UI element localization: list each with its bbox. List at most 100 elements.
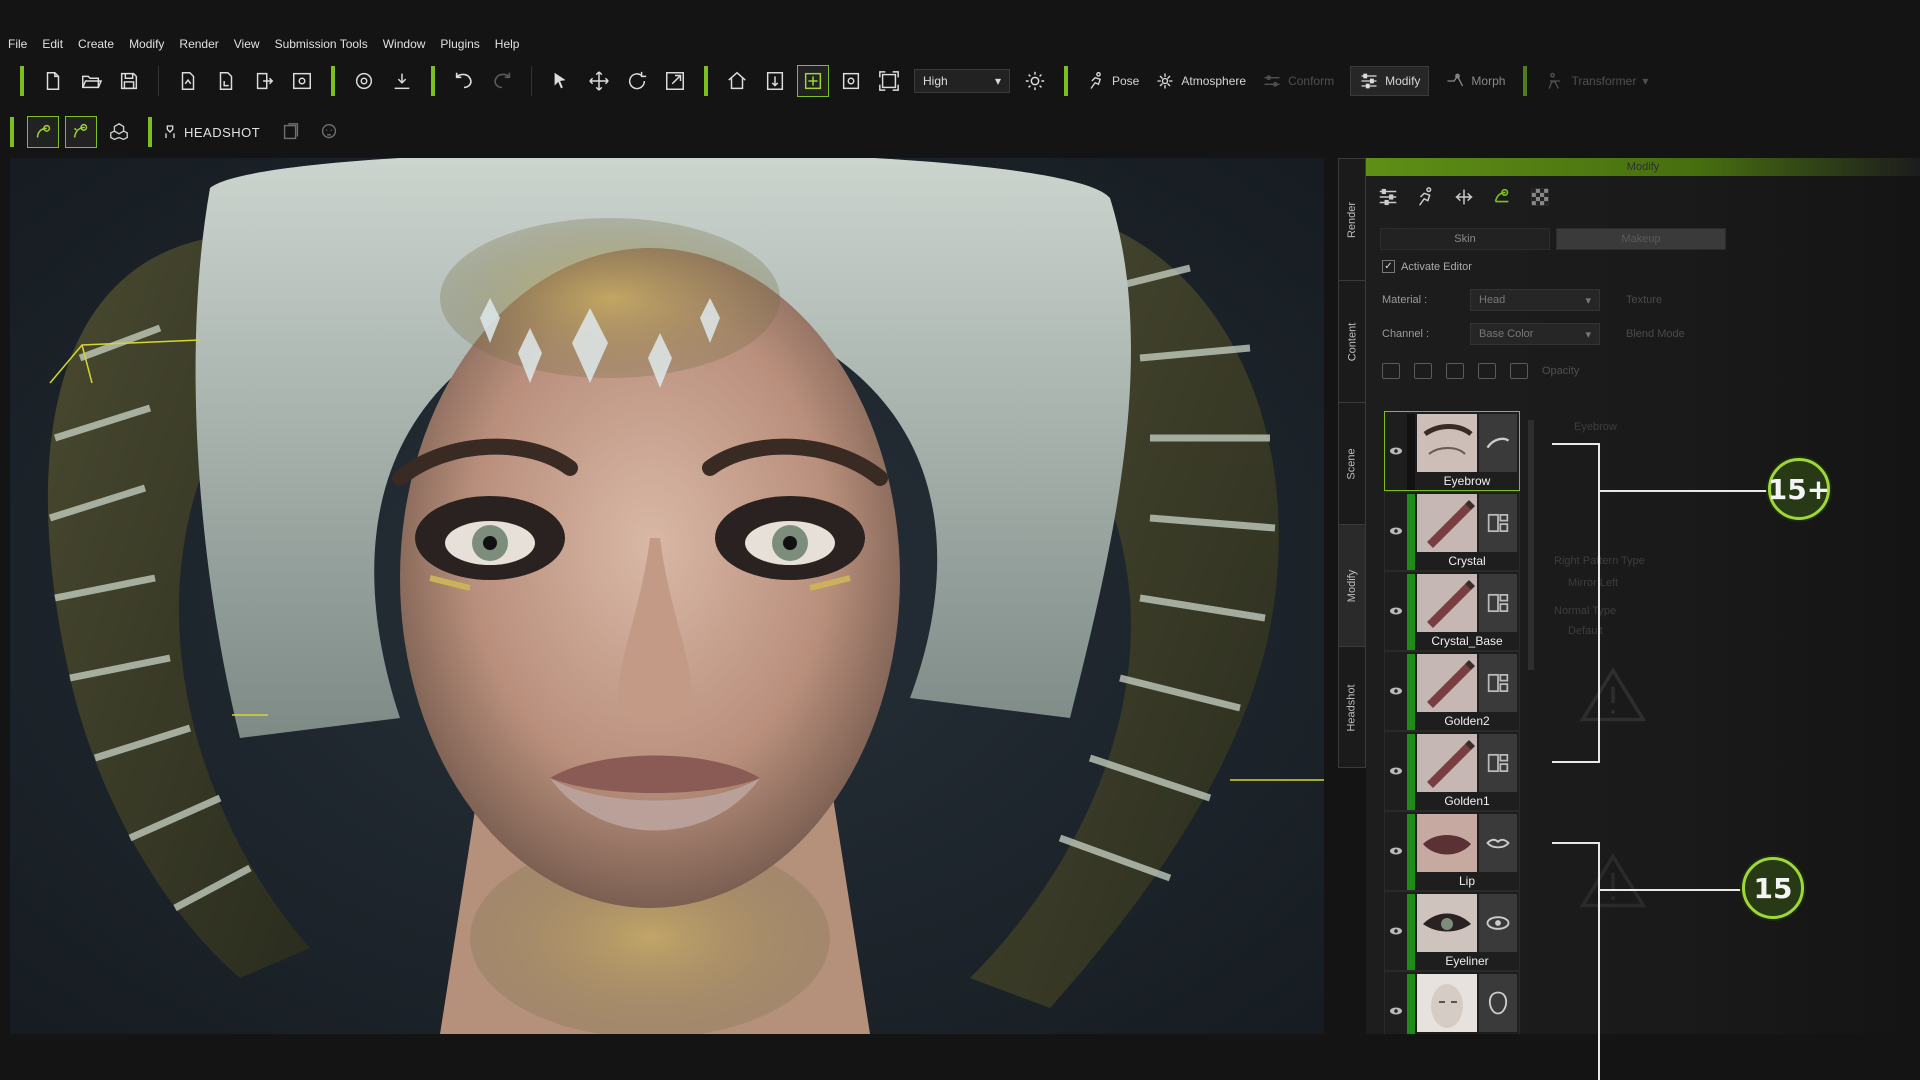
layer-thumbnail bbox=[1417, 414, 1477, 472]
layer-item[interactable]: Eyeliner bbox=[1384, 891, 1520, 971]
menu-create[interactable]: Create bbox=[78, 37, 114, 51]
delete-layer-icon[interactable] bbox=[1510, 363, 1528, 379]
visibility-eye-icon[interactable] bbox=[1389, 766, 1403, 776]
transformer-button[interactable]: Transformer ▾ bbox=[1545, 71, 1648, 91]
headshot-face-button[interactable] bbox=[314, 117, 344, 147]
pose-button[interactable]: Pose bbox=[1086, 71, 1139, 91]
tab-skin[interactable]: Skin bbox=[1380, 228, 1550, 250]
chevron-down-icon: ▾ bbox=[1585, 294, 1591, 307]
menu-view[interactable]: View bbox=[234, 37, 260, 51]
visibility-tool-icon[interactable] bbox=[1382, 363, 1400, 379]
rotate-tool-button[interactable] bbox=[622, 66, 652, 96]
layer-item[interactable]: Crystal bbox=[1384, 491, 1520, 571]
scale-tool-button[interactable] bbox=[660, 66, 690, 96]
layer-type bbox=[1479, 734, 1517, 792]
eyebrow-icon bbox=[1486, 437, 1510, 449]
tab-modify[interactable]: Modify bbox=[1339, 525, 1365, 647]
menu-plugins[interactable]: Plugins bbox=[440, 37, 479, 51]
tab-makeup[interactable]: Makeup bbox=[1556, 228, 1726, 250]
toolbar-separator bbox=[10, 117, 14, 147]
app-window: File Edit Create Modify Render View Subm… bbox=[0, 0, 1920, 1080]
motion-tab[interactable] bbox=[1412, 184, 1440, 210]
save-button[interactable] bbox=[114, 66, 144, 96]
activate-editor-label: Activate Editor bbox=[1401, 260, 1472, 273]
conform-label: Conform bbox=[1288, 74, 1335, 88]
transformer-icon bbox=[1548, 72, 1561, 89]
export-button[interactable] bbox=[249, 66, 279, 96]
new-file-button[interactable] bbox=[38, 66, 68, 96]
tab-headshot[interactable]: Headshot bbox=[1339, 647, 1365, 769]
view-mode-button[interactable] bbox=[874, 66, 904, 96]
move-tool-button[interactable] bbox=[584, 66, 614, 96]
drop-button[interactable] bbox=[387, 66, 417, 96]
transformer-label: Transformer bbox=[1571, 74, 1637, 88]
headshot-tab[interactable] bbox=[1488, 184, 1516, 210]
frame-selected-button[interactable] bbox=[797, 65, 829, 97]
layer-item[interactable]: Golden2 bbox=[1384, 651, 1520, 731]
menu-window[interactable]: Window bbox=[383, 37, 426, 51]
morph-tab[interactable] bbox=[1450, 184, 1478, 210]
activate-editor-checkbox[interactable]: ✓ bbox=[1382, 260, 1395, 273]
preview-button[interactable] bbox=[287, 66, 317, 96]
layer-item[interactable] bbox=[1384, 971, 1520, 1034]
undo-icon bbox=[455, 72, 472, 89]
menu-render[interactable]: Render bbox=[179, 37, 218, 51]
redo-button[interactable] bbox=[487, 66, 517, 96]
layer-thumbnail bbox=[1417, 974, 1477, 1032]
3d-viewport[interactable] bbox=[10, 158, 1324, 1034]
import-button[interactable] bbox=[173, 66, 203, 96]
material-tab[interactable] bbox=[1526, 184, 1554, 210]
layer-item[interactable]: Crystal_Base bbox=[1384, 571, 1520, 651]
undo-button[interactable] bbox=[449, 66, 479, 96]
visibility-eye-icon[interactable] bbox=[1389, 1006, 1403, 1016]
conform-button[interactable]: Conform bbox=[1262, 71, 1334, 91]
material-select[interactable]: Head ▾ bbox=[1470, 289, 1600, 311]
visibility-eye-icon[interactable] bbox=[1389, 926, 1403, 936]
new-layer-icon[interactable] bbox=[1414, 363, 1432, 379]
menu-submission-tools[interactable]: Submission Tools bbox=[275, 37, 368, 51]
tab-scene[interactable]: Scene bbox=[1339, 403, 1365, 525]
zoom-extents-button[interactable] bbox=[836, 66, 866, 96]
attributes-tab[interactable] bbox=[1374, 184, 1402, 210]
headshot-generate-button[interactable] bbox=[27, 116, 59, 148]
light-button[interactable] bbox=[1020, 66, 1050, 96]
fit-vertical-button[interactable] bbox=[760, 66, 790, 96]
sliders-icon bbox=[1379, 188, 1397, 206]
duplicate-layer-icon[interactable] bbox=[1446, 363, 1464, 379]
channel-select[interactable]: Base Color ▾ bbox=[1470, 323, 1600, 345]
atmosphere-button[interactable]: Atmosphere bbox=[1155, 71, 1246, 91]
menu-file[interactable]: File bbox=[8, 37, 27, 51]
tab-content[interactable]: Content bbox=[1339, 281, 1365, 403]
visibility-eye-icon[interactable] bbox=[1389, 526, 1403, 536]
layer-list-scrollbar[interactable] bbox=[1528, 420, 1534, 670]
open-file-button[interactable] bbox=[76, 66, 106, 96]
layer-item[interactable]: Lip bbox=[1384, 811, 1520, 891]
layer-name: Crystal_Base bbox=[1431, 634, 1503, 648]
menu-modify[interactable]: Modify bbox=[129, 37, 164, 51]
view-mode-icon bbox=[879, 71, 899, 91]
visibility-eye-icon[interactable] bbox=[1389, 606, 1403, 616]
merge-button[interactable] bbox=[211, 66, 241, 96]
menu-edit[interactable]: Edit bbox=[42, 37, 63, 51]
headshot-plugin-label[interactable]: HEADSHOT bbox=[162, 124, 260, 140]
zoom-extents-icon bbox=[842, 72, 860, 90]
tab-render[interactable]: Render bbox=[1339, 159, 1365, 281]
visibility-eye-icon[interactable] bbox=[1389, 446, 1403, 456]
morph-button[interactable]: Morph bbox=[1445, 71, 1505, 91]
headshot-option-button[interactable] bbox=[276, 117, 306, 147]
chevron-down-icon: ▾ bbox=[994, 74, 1001, 88]
layer-item[interactable]: Golden1 bbox=[1384, 731, 1520, 811]
layer-item[interactable]: Eyebrow bbox=[1384, 411, 1520, 491]
menu-help[interactable]: Help bbox=[495, 37, 520, 51]
modify-button[interactable]: Modify bbox=[1350, 66, 1430, 96]
visibility-eye-icon[interactable] bbox=[1389, 846, 1403, 856]
activate-editor-row[interactable]: ✓ Activate Editor bbox=[1366, 250, 1920, 283]
pick-parent-button[interactable] bbox=[349, 66, 379, 96]
headshot-morph-button[interactable] bbox=[104, 117, 134, 147]
visibility-eye-icon[interactable] bbox=[1389, 686, 1403, 696]
merge-layer-icon[interactable] bbox=[1478, 363, 1496, 379]
headshot-refine-button[interactable] bbox=[65, 116, 97, 148]
render-quality-select[interactable]: High ▾ bbox=[914, 69, 1010, 93]
home-camera-button[interactable] bbox=[722, 66, 752, 96]
select-tool-button[interactable] bbox=[546, 66, 576, 96]
